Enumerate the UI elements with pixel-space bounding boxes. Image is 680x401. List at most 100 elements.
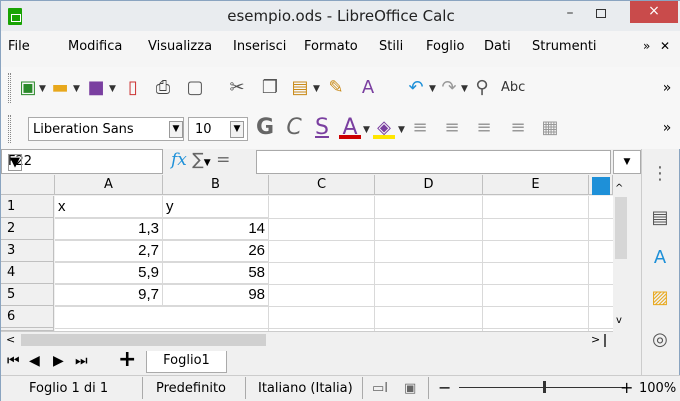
font-name-box[interactable]: Liberation Sans ▼: [28, 117, 184, 141]
zoom-level[interactable]: 100%: [639, 381, 676, 396]
toolbar-grip[interactable]: [8, 73, 11, 103]
vertical-scroll-thumb[interactable]: [615, 197, 627, 259]
zoom-in-icon[interactable]: +: [620, 378, 633, 397]
toolbar-overflow-icon[interactable]: »: [656, 77, 678, 99]
maximize-button[interactable]: [589, 3, 613, 27]
select-all-corner[interactable]: [1, 175, 55, 195]
menu-foglio[interactable]: Foglio: [426, 39, 464, 54]
expand-formula-bar-icon[interactable]: ▼: [613, 150, 641, 174]
toolbar-grip[interactable]: [8, 115, 11, 143]
sheet-tab-foglio1[interactable]: Foglio1: [146, 351, 227, 373]
cell-b5[interactable]: 98: [163, 284, 269, 306]
cell-b4[interactable]: 58: [163, 262, 269, 284]
formula-input[interactable]: [256, 150, 611, 174]
print-icon[interactable]: ⎙: [152, 77, 174, 99]
column-header[interactable]: C: [269, 175, 375, 195]
zoom-out-icon[interactable]: −: [438, 378, 451, 397]
undo-icon[interactable]: ↶: [405, 77, 427, 99]
add-sheet-icon[interactable]: +: [118, 347, 136, 372]
paste-dropdown-icon[interactable]: ▼: [313, 84, 320, 94]
undo-dropdown-icon[interactable]: ▼: [429, 84, 436, 94]
clear-formatting-icon[interactable]: A: [357, 77, 379, 99]
spelling-icon[interactable]: Abc: [501, 77, 525, 99]
minimize-button[interactable]: –: [558, 3, 582, 27]
print-preview-icon[interactable]: ▢: [184, 77, 206, 99]
menu-overflow-icon[interactable]: »: [643, 39, 650, 53]
menu-close-document-icon[interactable]: ✕: [660, 39, 670, 53]
menu-dati[interactable]: Dati: [484, 39, 511, 54]
name-box[interactable]: F22 ▼: [1, 149, 163, 174]
sum-dropdown-icon[interactable]: ▼: [204, 158, 211, 168]
find-replace-icon[interactable]: ⚲: [471, 77, 493, 99]
scroll-right-icon[interactable]: >: [591, 333, 600, 346]
close-button[interactable]: ×: [630, 1, 678, 23]
scroll-left-icon[interactable]: <: [6, 333, 15, 346]
font-name-dropdown-icon[interactable]: ▼: [169, 121, 183, 138]
row-header[interactable]: 4: [1, 262, 54, 284]
open-dropdown-icon[interactable]: ▼: [73, 84, 80, 94]
new-document-icon[interactable]: ▣: [17, 77, 39, 99]
first-sheet-icon[interactable]: ⏮: [7, 353, 20, 369]
page-style[interactable]: Predefinito: [156, 381, 226, 396]
scroll-down-icon[interactable]: v: [616, 315, 622, 326]
export-pdf-icon[interactable]: ▯: [122, 77, 144, 99]
font-size-dropdown-icon[interactable]: ▼: [230, 121, 244, 138]
align-left-icon[interactable]: ≡: [409, 117, 431, 139]
menu-strumenti[interactable]: Strumenti: [532, 39, 597, 54]
scroll-up-icon[interactable]: ^: [615, 183, 623, 194]
row-header[interactable]: 6: [1, 306, 54, 328]
language[interactable]: Italiano (Italia): [258, 381, 353, 396]
selection-mode-icon[interactable]: ▭I: [372, 381, 388, 396]
font-color-dropdown-icon[interactable]: ▼: [363, 125, 370, 135]
row-header[interactable]: 3: [1, 240, 54, 262]
paste-icon[interactable]: ▤: [289, 77, 311, 99]
bold-icon[interactable]: G: [254, 117, 276, 139]
save-icon[interactable]: ■: [85, 77, 107, 99]
font-color-icon[interactable]: A: [339, 117, 361, 139]
cell-a3[interactable]: 2,7: [55, 240, 163, 262]
menu-file[interactable]: File: [8, 39, 30, 54]
cell-a4[interactable]: 5,9: [55, 262, 163, 284]
menu-visualizza[interactable]: Visualizza: [148, 39, 212, 54]
menu-inserisci[interactable]: Inserisci: [233, 39, 286, 54]
cut-icon[interactable]: ✂: [226, 77, 248, 99]
cell-a1[interactable]: x: [55, 196, 163, 218]
freeze-split-handle[interactable]: [592, 177, 610, 195]
function-wizard-icon[interactable]: fx: [171, 150, 187, 170]
column-header[interactable]: D: [375, 175, 483, 195]
name-box-dropdown-icon[interactable]: ▼: [8, 154, 22, 171]
horizontal-scroll-thumb[interactable]: [21, 334, 266, 346]
column-header[interactable]: A: [55, 175, 163, 195]
align-right-icon[interactable]: ≡: [473, 117, 495, 139]
underline-icon[interactable]: S: [311, 117, 333, 139]
new-dropdown-icon[interactable]: ▼: [39, 84, 46, 94]
toolbar-overflow-icon[interactable]: »: [656, 117, 678, 139]
sidebar-menu-icon[interactable]: ⋮: [647, 161, 673, 187]
cell-a5[interactable]: 9,7: [55, 284, 163, 306]
open-folder-icon[interactable]: ▬: [49, 77, 71, 99]
sum-icon[interactable]: ∑: [192, 150, 203, 170]
row-header[interactable]: 5: [1, 284, 54, 306]
font-size-box[interactable]: 10 ▼: [188, 117, 248, 141]
formula-icon[interactable]: =: [216, 150, 230, 170]
navigator-icon[interactable]: ◎: [647, 327, 673, 353]
cell-b1[interactable]: y: [163, 196, 269, 218]
justify-icon[interactable]: ≡: [507, 117, 529, 139]
align-center-icon[interactable]: ≡: [441, 117, 463, 139]
copy-icon[interactable]: ❐: [259, 77, 281, 99]
cell-a2[interactable]: 1,3: [55, 218, 163, 240]
column-header[interactable]: B: [163, 175, 269, 195]
redo-icon[interactable]: ↷: [438, 77, 460, 99]
column-header[interactable]: E: [483, 175, 589, 195]
zoom-slider[interactable]: [459, 387, 625, 388]
gallery-icon[interactable]: ▨: [647, 285, 673, 311]
menu-stili[interactable]: Stili: [379, 39, 403, 54]
italic-icon[interactable]: C: [283, 117, 305, 139]
merge-cells-icon[interactable]: ▦: [539, 117, 561, 139]
cell-b3[interactable]: 26: [163, 240, 269, 262]
menu-modifica[interactable]: Modifica: [68, 39, 122, 54]
last-sheet-icon[interactable]: ⏭: [75, 353, 88, 369]
previous-sheet-icon[interactable]: ◀: [29, 353, 40, 369]
background-color-icon[interactable]: ◈: [373, 117, 395, 139]
redo-dropdown-icon[interactable]: ▼: [461, 84, 468, 94]
